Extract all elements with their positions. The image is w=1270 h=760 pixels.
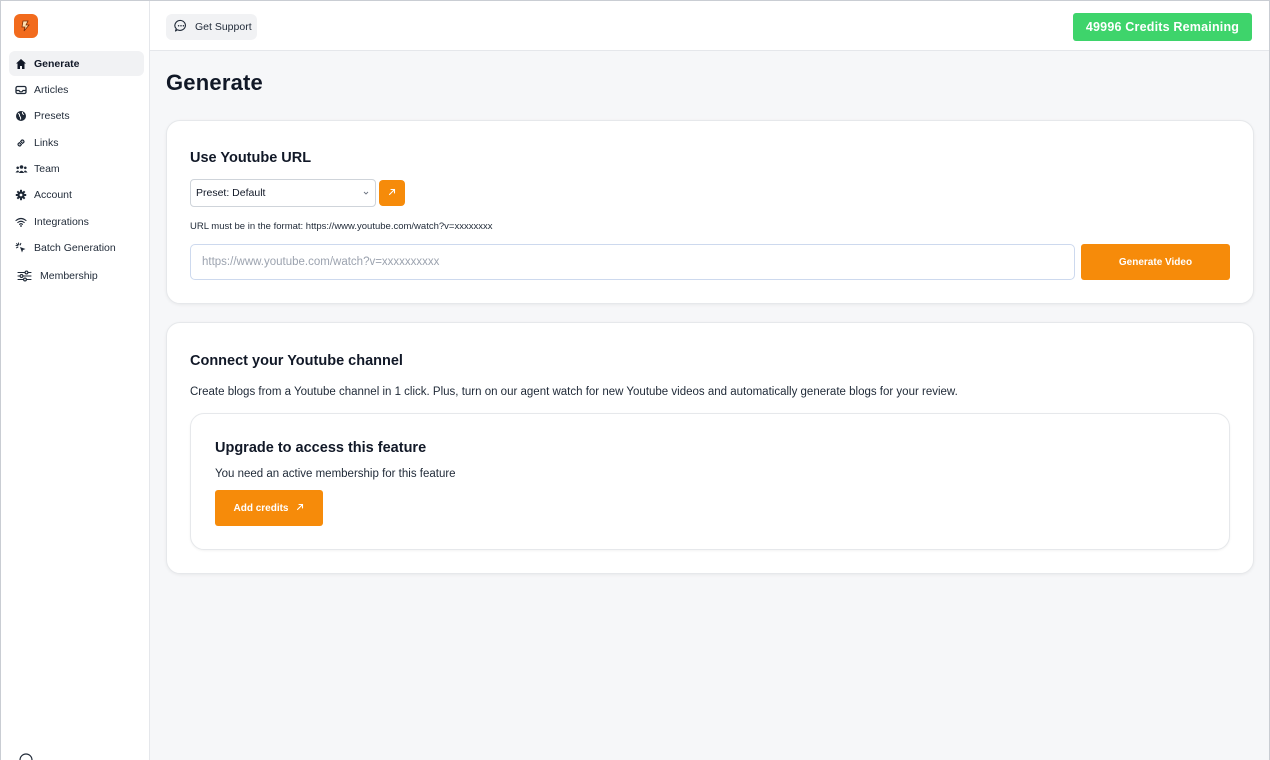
upgrade-description: You need an active membership for this f… bbox=[215, 468, 456, 480]
generate-video-button[interactable]: Generate Video bbox=[1081, 244, 1230, 280]
inbox-icon bbox=[14, 83, 28, 97]
connect-channel-card: Connect your Youtube channel Create blog… bbox=[166, 322, 1254, 574]
sidebar-item-batch-generation[interactable]: Batch Generation bbox=[9, 236, 144, 261]
sidebar-item-label: Integrations bbox=[34, 215, 89, 228]
sidebar-nav: Generate Articles Presets Links Team Acc… bbox=[9, 51, 144, 290]
get-support-button[interactable]: Get Support bbox=[166, 14, 257, 40]
connect-channel-description: Create blogs from a Youtube channel in 1… bbox=[190, 386, 958, 398]
upgrade-card: Upgrade to access this feature You need … bbox=[190, 413, 1230, 550]
help-circle-icon[interactable] bbox=[19, 753, 33, 760]
sidebar-item-label: Presets bbox=[34, 110, 70, 123]
app-window: Generate Articles Presets Links Team Acc… bbox=[0, 0, 1270, 760]
add-credits-button[interactable]: Add credits bbox=[215, 490, 323, 526]
sidebar-item-label: Articles bbox=[34, 83, 69, 96]
logo-icon bbox=[21, 20, 30, 32]
add-credits-label: Add credits bbox=[233, 502, 289, 514]
globe-icon bbox=[14, 109, 28, 123]
credits-remaining-badge[interactable]: 49996 Credits Remaining bbox=[1073, 13, 1252, 41]
sidebar-item-label: Batch Generation bbox=[34, 242, 116, 255]
sidebar-item-generate[interactable]: Generate bbox=[9, 51, 144, 76]
sidebar-item-label: Account bbox=[34, 189, 72, 202]
chat-bubble-icon bbox=[174, 19, 188, 36]
external-link-icon bbox=[387, 184, 397, 202]
upgrade-title: Upgrade to access this feature bbox=[215, 440, 427, 456]
external-link-icon bbox=[295, 502, 305, 515]
sidebar-item-membership[interactable]: Membership bbox=[9, 264, 144, 289]
sliders-icon bbox=[16, 269, 32, 283]
sidebar-item-label: Links bbox=[34, 136, 59, 149]
sidebar-item-label: Generate bbox=[34, 57, 80, 70]
sidebar-item-label: Team bbox=[34, 163, 60, 176]
get-support-label: Get Support bbox=[195, 21, 252, 33]
sidebar-item-integrations[interactable]: Integrations bbox=[9, 209, 144, 234]
sidebar: Generate Articles Presets Links Team Acc… bbox=[1, 1, 150, 760]
app-logo[interactable] bbox=[14, 14, 38, 38]
youtube-url-card: Use Youtube URL Preset: Default URL must… bbox=[166, 120, 1254, 304]
preset-select[interactable]: Preset: Default bbox=[190, 179, 376, 207]
open-preset-button[interactable] bbox=[379, 180, 405, 206]
sidebar-item-links[interactable]: Links bbox=[9, 130, 144, 155]
cursor-click-icon bbox=[14, 241, 28, 255]
gear-icon bbox=[14, 188, 28, 202]
link-icon bbox=[14, 136, 28, 150]
sidebar-item-presets[interactable]: Presets bbox=[9, 104, 144, 129]
sidebar-item-label: Membership bbox=[40, 270, 98, 283]
home-icon bbox=[14, 57, 28, 71]
top-bar: Get Support 49996 Credits Remaining bbox=[150, 1, 1269, 51]
connect-channel-title: Connect your Youtube channel bbox=[190, 353, 403, 369]
sidebar-item-team[interactable]: Team bbox=[9, 157, 144, 182]
youtube-url-input[interactable] bbox=[190, 244, 1075, 280]
url-format-note: URL must be in the format: https://www.y… bbox=[190, 221, 493, 232]
wifi-icon bbox=[14, 215, 28, 229]
youtube-url-title: Use Youtube URL bbox=[190, 150, 312, 166]
chevron-down-icon bbox=[362, 188, 370, 200]
page-title: Generate bbox=[166, 70, 263, 95]
sidebar-item-articles[interactable]: Articles bbox=[9, 77, 144, 102]
users-icon bbox=[14, 162, 28, 176]
sidebar-item-account[interactable]: Account bbox=[9, 183, 144, 208]
preset-select-value: Preset: Default bbox=[196, 187, 266, 199]
